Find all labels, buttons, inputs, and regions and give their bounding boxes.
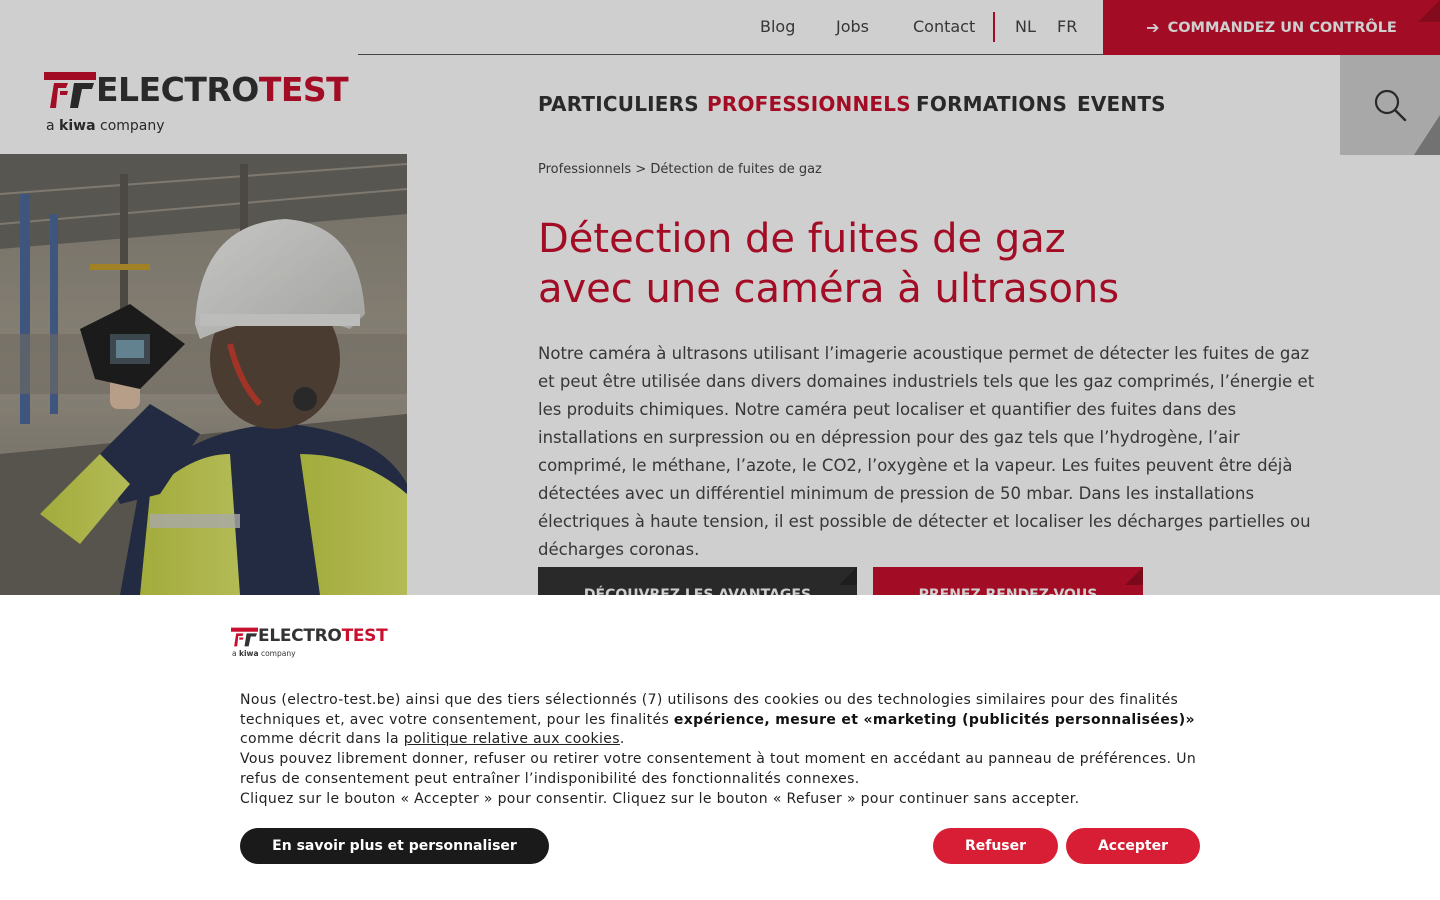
cookie-logo-tagline: a kiwa company bbox=[232, 649, 296, 658]
cookie-paragraph-1: Nous (electro-test.be) ainsi que des tie… bbox=[240, 691, 1200, 750]
accept-cookies-button[interactable]: Accepter bbox=[1066, 828, 1200, 864]
refuse-cookies-button[interactable]: Refuser bbox=[933, 828, 1058, 864]
cookie-policy-link[interactable]: politique relative aux cookies bbox=[404, 731, 620, 747]
learn-more-customize-button[interactable]: En savoir plus et personnaliser bbox=[240, 828, 549, 864]
cookie-paragraph-2: Vous pouvez librement donner, refuser ou… bbox=[240, 751, 1197, 787]
cookie-tagline-brand: kiwa bbox=[239, 649, 259, 658]
cookie-p1-text-2: comme décrit dans la bbox=[240, 731, 404, 748]
cookie-tagline-prefix: a bbox=[232, 649, 237, 658]
cookie-paragraph-3: Cliquez sur le bouton « Accepter » pour … bbox=[240, 790, 1080, 807]
modal-backdrop bbox=[0, 0, 1440, 595]
cookie-logo-test-text: TEST bbox=[341, 626, 388, 646]
cookie-purposes-bold: expérience, mesure et «marketing (public… bbox=[673, 711, 1195, 728]
electrotest-logo-icon bbox=[231, 627, 258, 647]
cookie-p1-end: . bbox=[619, 731, 625, 748]
cookie-consent-banner: ELECTROTEST a kiwa company Nous (electro… bbox=[0, 595, 1440, 900]
cookie-logo-wordmark: ELECTROTEST bbox=[258, 625, 388, 647]
cookie-banner-logo: ELECTROTEST a kiwa company bbox=[231, 625, 401, 661]
cookie-notice-text: Nous (electro-test.be) ainsi que des tie… bbox=[240, 691, 1200, 809]
cookie-logo-electro-text: ELECTRO bbox=[258, 626, 342, 646]
cookie-tagline-suffix: company bbox=[260, 649, 296, 658]
